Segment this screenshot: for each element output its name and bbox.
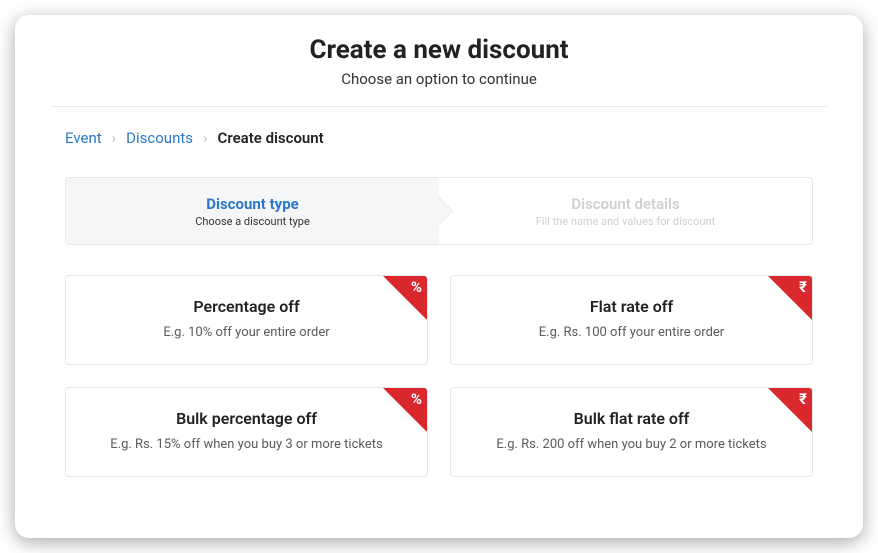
rupee-icon: ₹ xyxy=(799,280,807,295)
create-discount-card: Create a new discount Choose an option t… xyxy=(15,15,863,538)
option-title: Bulk flat rate off xyxy=(574,409,690,428)
breadcrumb: Event › Discounts › Create discount xyxy=(65,129,827,147)
discount-type-options: % Percentage off E.g. 10% off your entir… xyxy=(65,275,813,477)
step-discount-type[interactable]: Discount type Choose a discount type xyxy=(66,178,439,244)
option-percentage-off[interactable]: % Percentage off E.g. 10% off your entir… xyxy=(65,275,428,365)
page-title: Create a new discount xyxy=(51,35,827,66)
step-subtitle: Fill the name and values for discount xyxy=(536,215,715,228)
breadcrumb-discounts[interactable]: Discounts xyxy=(126,129,193,147)
page-subtitle: Choose an option to continue xyxy=(51,70,827,88)
option-description: E.g. Rs. 200 off when you buy 2 or more … xyxy=(496,436,766,454)
wizard-stepper: Discount type Choose a discount type Dis… xyxy=(65,177,813,245)
rupee-icon: ₹ xyxy=(799,392,807,407)
option-description: E.g. 10% off your entire order xyxy=(163,324,329,342)
percent-icon: % xyxy=(411,280,422,295)
option-flat-rate-off[interactable]: ₹ Flat rate off E.g. Rs. 100 off your en… xyxy=(450,275,813,365)
option-title: Bulk percentage off xyxy=(176,409,317,428)
chevron-right-icon: › xyxy=(112,129,117,147)
option-bulk-flat-rate-off[interactable]: ₹ Bulk flat rate off E.g. Rs. 200 off wh… xyxy=(450,387,813,477)
breadcrumb-event[interactable]: Event xyxy=(65,129,102,147)
option-title: Percentage off xyxy=(193,297,299,316)
option-title: Flat rate off xyxy=(590,297,673,316)
option-bulk-percentage-off[interactable]: % Bulk percentage off E.g. Rs. 15% off w… xyxy=(65,387,428,477)
step-title: Discount type xyxy=(206,195,298,213)
chevron-right-icon: › xyxy=(203,129,208,147)
header-divider xyxy=(51,106,827,107)
step-title: Discount details xyxy=(571,195,679,213)
step-subtitle: Choose a discount type xyxy=(195,215,310,228)
page-header: Create a new discount Choose an option t… xyxy=(51,35,827,88)
step-discount-details[interactable]: Discount details Fill the name and value… xyxy=(439,178,812,244)
option-description: E.g. Rs. 100 off your entire order xyxy=(539,324,724,342)
breadcrumb-current: Create discount xyxy=(218,129,324,147)
percent-icon: % xyxy=(411,392,422,407)
option-description: E.g. Rs. 15% off when you buy 3 or more … xyxy=(110,436,382,454)
